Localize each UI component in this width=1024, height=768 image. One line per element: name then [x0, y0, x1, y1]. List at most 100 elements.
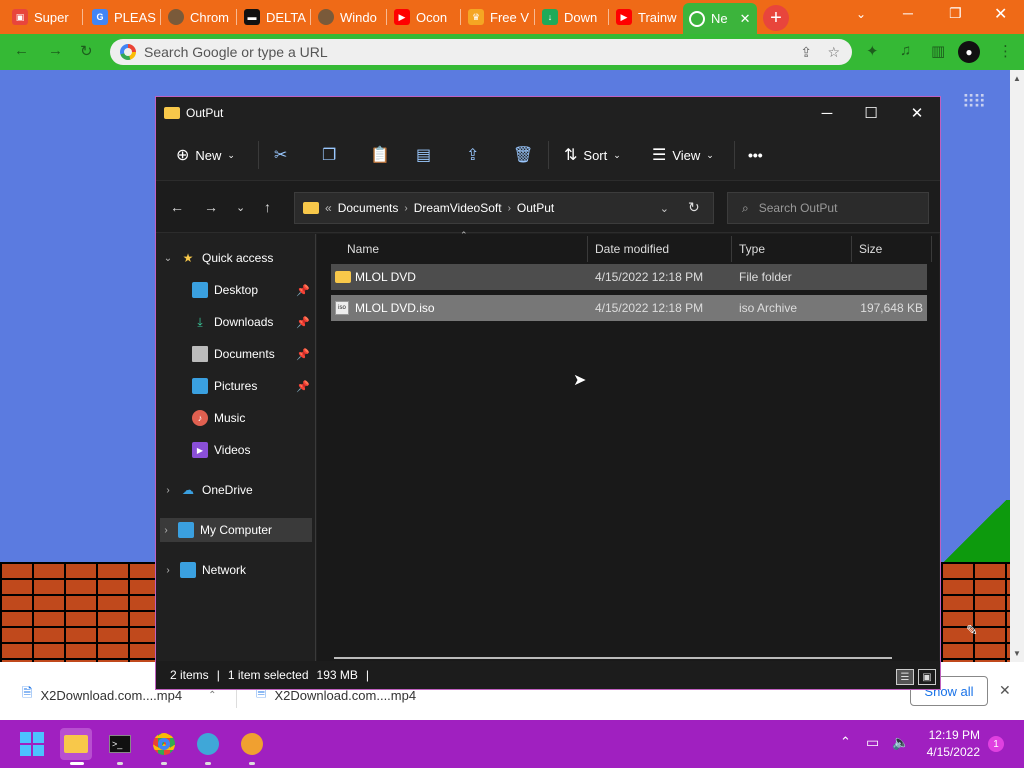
taskbar-terminal[interactable]: >_ [104, 728, 136, 760]
folder-icon [303, 202, 319, 214]
page-scrollbar[interactable]: ▲ ▼ [1010, 70, 1024, 662]
recent-locations-chevron-icon[interactable]: ⌄ [236, 201, 245, 214]
pin-icon[interactable]: 📌 [296, 284, 310, 297]
omnibox[interactable]: Search Google or type a URL ⇪ ☆ [110, 39, 852, 65]
browser-tab[interactable]: ▬ DELTA [238, 3, 310, 31]
star-icon[interactable]: ☆ [827, 44, 840, 61]
apps-grid-icon[interactable]: ⠿⠿ [962, 92, 986, 113]
search-box[interactable]: ⌕ Search OutPut [727, 192, 929, 224]
chevron-right-icon[interactable]: › [508, 203, 511, 214]
chevron-right-icon[interactable]: › [162, 485, 174, 496]
close-icon[interactable]: ✕ [999, 682, 1011, 699]
horizontal-scrollbar[interactable] [334, 657, 892, 659]
chevron-down-icon[interactable]: ⌄ [162, 253, 174, 264]
youtube-icon: ▶ [394, 9, 410, 25]
browser-tab[interactable]: G PLEAS [86, 3, 158, 31]
taskbar-file-explorer[interactable] [60, 728, 92, 760]
browser-tab[interactable]: ↓ Down [536, 3, 606, 31]
minimize-button[interactable]: ─ [804, 97, 850, 129]
chevron-right-icon[interactable]: › [160, 525, 172, 536]
browser-tab-active[interactable]: Ne ✕ [683, 3, 757, 34]
copy-button[interactable]: ❐ [322, 143, 336, 167]
browser-tab[interactable]: ▣ Super [6, 3, 80, 31]
taskbar-app[interactable] [236, 728, 268, 760]
share-button[interactable]: ⇪ [466, 143, 479, 167]
sort-button[interactable]: ⇅ Sort ⌄ [564, 143, 621, 167]
extension-icon[interactable]: ✦ [866, 42, 879, 60]
details-view-button[interactable]: ☰ [896, 669, 914, 685]
minimize-icon[interactable]: ─ [903, 5, 913, 21]
trash-icon: 🗑 [513, 147, 534, 164]
profile-avatar[interactable]: ● [958, 41, 980, 63]
maximize-icon[interactable]: ❐ [949, 5, 962, 22]
tab-favicon-icon: ▣ [12, 9, 28, 25]
picture-icon [192, 378, 208, 394]
volume-icon[interactable]: 🔈 [892, 734, 909, 751]
back-arrow-icon[interactable]: ← [14, 42, 29, 59]
start-button[interactable] [16, 728, 48, 760]
column-header-date[interactable]: Date modified [595, 242, 669, 256]
rename-button[interactable]: ▤ [416, 143, 431, 167]
address-dropdown-icon[interactable]: ⌄ [660, 202, 669, 215]
close-icon[interactable]: ✕ [740, 11, 751, 27]
chevron-right-icon[interactable]: › [404, 203, 407, 214]
forward-arrow-icon[interactable]: → [48, 42, 63, 59]
breadcrumb-item[interactable]: Documents [338, 201, 399, 215]
clock-time[interactable]: 12:19 PM [924, 728, 980, 742]
cut-button[interactable]: ✂ [274, 143, 287, 167]
up-arrow-icon[interactable]: ↑ [264, 199, 271, 215]
browser-tab[interactable]: Windo [312, 3, 384, 31]
file-type: File folder [739, 270, 792, 284]
browser-tab[interactable]: ▶ Ocon [388, 3, 458, 31]
nav-my-computer[interactable]: › My Computer [160, 518, 312, 542]
tiles-view-button[interactable]: ▣ [918, 669, 936, 685]
new-button[interactable]: ⊕ New ⌄ [176, 143, 235, 167]
refresh-icon[interactable]: ↻ [688, 199, 700, 216]
column-header-type[interactable]: Type [739, 242, 765, 256]
forward-arrow-icon[interactable]: → [204, 199, 218, 215]
pencil-icon[interactable]: ✎ [966, 622, 978, 639]
taskbar-app[interactable] [192, 728, 224, 760]
reload-icon[interactable]: ↻ [80, 42, 93, 60]
close-button[interactable]: ✕ [894, 97, 940, 129]
maximize-button[interactable]: ☐ [848, 97, 894, 129]
column-header-name[interactable]: Name [347, 242, 379, 256]
share-icon[interactable]: ⇪ [800, 44, 812, 61]
view-button[interactable]: ☰ View ⌄ [652, 143, 714, 167]
chevron-up-icon[interactable]: ⌃ [208, 690, 216, 701]
nav-quick-access[interactable]: ⌄ ★ Quick access [162, 246, 318, 270]
pin-icon[interactable]: 📌 [296, 380, 310, 393]
delete-button[interactable]: 🗑 [513, 143, 533, 167]
download-icon: ↓ [542, 9, 558, 25]
taskbar-chrome[interactable] [148, 728, 180, 760]
scissors-icon: ✂ [274, 147, 288, 164]
back-arrow-icon[interactable]: ← [170, 199, 184, 215]
pin-icon[interactable]: 📌 [296, 316, 310, 329]
paste-button[interactable]: 📋 [370, 143, 390, 167]
network-icon[interactable]: ▭ [866, 734, 879, 751]
nav-network[interactable]: › Network [162, 558, 318, 582]
column-header-size[interactable]: Size [859, 242, 882, 256]
browser-tab[interactable]: Chrom [162, 3, 234, 31]
address-bar[interactable]: « Documents › DreamVideoSoft › OutPut ⌄ [294, 192, 714, 224]
breadcrumb-item[interactable]: OutPut [517, 201, 554, 215]
pin-icon[interactable]: 📌 [296, 348, 310, 361]
chevron-right-icon[interactable]: › [162, 565, 174, 576]
breadcrumb-item[interactable]: DreamVideoSoft [414, 201, 502, 215]
close-icon[interactable]: ✕ [994, 4, 1007, 24]
file-row[interactable]: MLOL DVD 4/15/2022 12:18 PM File folder [331, 264, 927, 290]
clock-date[interactable]: 4/15/2022 [918, 745, 980, 759]
new-tab-button[interactable]: + [763, 5, 789, 31]
nav-onedrive[interactable]: › ☁ OneDrive [162, 478, 318, 502]
media-icon[interactable]: ♫ [900, 42, 911, 59]
menu-icon[interactable]: ⋮ [998, 42, 1013, 60]
browser-tab[interactable]: ♛ Free V [462, 3, 534, 31]
file-row-selected[interactable]: iso MLOL DVD.iso 4/15/2022 12:18 PM iso … [331, 295, 927, 321]
more-options-button[interactable]: ••• [748, 143, 763, 167]
sidepanel-icon[interactable]: ▥ [931, 42, 945, 60]
chevron-down-icon[interactable]: ⌄ [856, 7, 866, 21]
breadcrumb-overflow[interactable]: « [325, 201, 332, 215]
tray-overflow-icon[interactable]: ⌃ [840, 734, 851, 750]
browser-tab[interactable]: ▶ Trainw [610, 3, 682, 31]
notification-badge[interactable]: 1 [988, 736, 1004, 752]
